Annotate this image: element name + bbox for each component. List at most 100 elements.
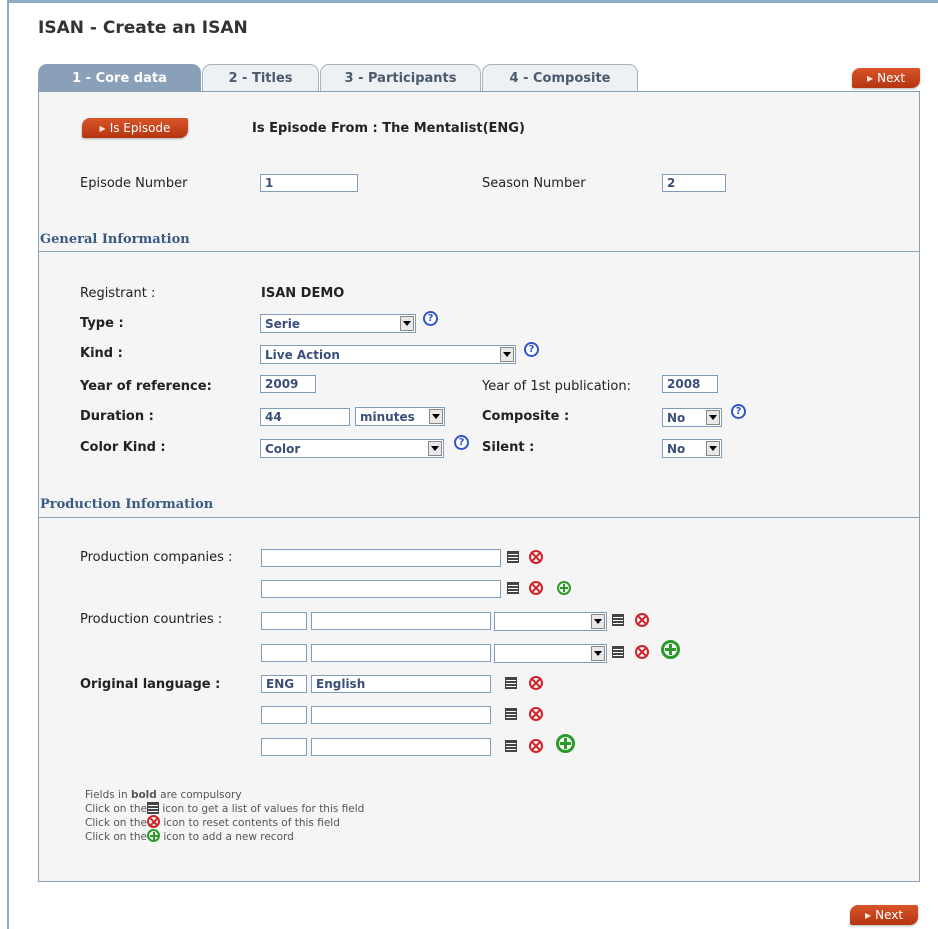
- type-select[interactable]: Serie: [260, 314, 416, 333]
- color-kind-select[interactable]: Color: [260, 439, 444, 458]
- reset-icon[interactable]: [529, 676, 543, 690]
- duration-unit-select[interactable]: minutes: [355, 407, 445, 426]
- tab-core-data[interactable]: 1 - Core data: [38, 64, 201, 92]
- type-help-icon[interactable]: ?: [423, 311, 438, 326]
- production-company-input-2[interactable]: [261, 580, 501, 598]
- original-language-name-input-3[interactable]: [311, 738, 491, 756]
- duration-input[interactable]: 44: [260, 408, 350, 426]
- duration-label: Duration :: [80, 409, 154, 424]
- color-kind-help-icon[interactable]: ?: [454, 435, 469, 450]
- episode-from-text: Is Episode From : The Mentalist(ENG): [252, 121, 525, 136]
- add-record-icon[interactable]: [557, 581, 571, 595]
- next-button-bottom[interactable]: ▶ Next: [850, 905, 918, 925]
- country-dropdown-arrow-icon[interactable]: [591, 614, 605, 629]
- add-record-icon[interactable]: [556, 734, 575, 753]
- legend-line4-pre: Click on the: [85, 831, 148, 843]
- episode-number-input[interactable]: 1: [260, 174, 358, 192]
- legend-add: Click on the icon to add a new record: [85, 829, 294, 844]
- add-record-icon[interactable]: [661, 640, 680, 659]
- season-number-input[interactable]: 2: [662, 174, 726, 192]
- reset-icon[interactable]: [529, 739, 543, 753]
- silent-label: Silent :: [482, 440, 535, 455]
- silent-select[interactable]: No: [662, 439, 722, 458]
- registrant-value: ISAN DEMO: [261, 286, 345, 301]
- duration-unit-value: minutes: [360, 409, 415, 424]
- reset-icon[interactable]: [635, 645, 649, 659]
- list-values-icon[interactable]: [505, 740, 517, 752]
- kind-help-icon[interactable]: ?: [524, 342, 539, 357]
- add-record-icon: [147, 829, 161, 842]
- is-episode-button[interactable]: ▶ Is Episode: [82, 118, 188, 138]
- country-dropdown-arrow-icon[interactable]: [591, 646, 605, 661]
- next-button-label: Next: [877, 71, 906, 85]
- kind-dropdown-arrow-icon[interactable]: [500, 347, 514, 362]
- duration-unit-dropdown-arrow-icon[interactable]: [429, 409, 443, 424]
- color-kind-label: Color Kind :: [80, 440, 166, 455]
- list-values-icon: [147, 802, 160, 814]
- reset-icon[interactable]: [529, 581, 543, 595]
- legend-line1-bold: bold: [130, 789, 157, 801]
- year-of-reference-input[interactable]: 2009: [260, 375, 316, 393]
- reset-icon[interactable]: [529, 550, 543, 564]
- kind-label: Kind :: [80, 346, 123, 361]
- next-arrow-icon: ▶: [866, 73, 874, 83]
- page-title: ISAN - Create an ISAN: [38, 18, 248, 38]
- production-information-heading: Production Information: [40, 497, 214, 512]
- silent-select-value: No: [667, 441, 686, 456]
- original-language-name-input-2[interactable]: [311, 706, 491, 724]
- color-kind-select-value: Color: [265, 441, 301, 456]
- production-companies-label: Production companies :: [80, 550, 233, 565]
- general-information-heading: General Information: [40, 232, 190, 247]
- production-country-code-input-2[interactable]: [261, 644, 307, 662]
- reset-icon[interactable]: [635, 613, 649, 627]
- tab-composite[interactable]: 4 - Composite: [482, 64, 638, 92]
- kind-select[interactable]: Live Action: [260, 345, 516, 364]
- legend-reset: Click on the icon to reset contents of t…: [85, 815, 340, 830]
- production-country-code-input-1[interactable]: [261, 612, 307, 630]
- legend-line4-post: icon to add a new record: [160, 831, 294, 843]
- list-values-icon[interactable]: [507, 551, 519, 563]
- reset-icon: [147, 815, 161, 828]
- tab-participants[interactable]: 3 - Participants: [320, 64, 481, 92]
- original-language-code-input-2[interactable]: [261, 706, 307, 724]
- season-number-label: Season Number: [482, 176, 586, 191]
- list-values-icon[interactable]: [612, 646, 624, 658]
- legend-line3-post: icon to reset contents of this field: [160, 817, 340, 829]
- legend-line2-post: icon to get a list of values for this fi…: [159, 803, 365, 815]
- legend-compulsory: Fields in bold are compulsory: [85, 789, 242, 802]
- year-first-publication-input[interactable]: 2008: [662, 375, 718, 393]
- original-language-name-input-1[interactable]: English: [311, 675, 491, 693]
- composite-select[interactable]: No: [662, 408, 722, 427]
- original-language-code-input-1[interactable]: ENG: [261, 675, 307, 693]
- reset-icon[interactable]: [529, 707, 543, 721]
- list-values-icon[interactable]: [612, 614, 624, 626]
- type-select-value: Serie: [265, 316, 300, 331]
- list-values-icon[interactable]: [505, 677, 517, 689]
- composite-help-icon[interactable]: ?: [731, 404, 746, 419]
- color-kind-dropdown-arrow-icon[interactable]: [428, 441, 442, 456]
- tab-titles[interactable]: 2 - Titles: [202, 64, 319, 92]
- original-language-code-input-3[interactable]: [261, 738, 307, 756]
- production-country-name-input-2[interactable]: [311, 644, 491, 662]
- next-button-top[interactable]: ▶ Next: [852, 68, 920, 88]
- legend-line3-pre: Click on the: [85, 817, 148, 829]
- legend-line1-post: are compulsory: [156, 789, 242, 801]
- form-panel: [38, 92, 920, 882]
- registrant-label: Registrant :: [80, 286, 156, 301]
- list-values-icon[interactable]: [507, 582, 519, 594]
- legend-line1-pre: Fields in: [85, 789, 131, 801]
- production-country-name-input-1[interactable]: [311, 612, 491, 630]
- legend-list-values: Click on the icon to get a list of value…: [85, 802, 364, 816]
- kind-select-value: Live Action: [265, 347, 340, 362]
- production-country-select-1[interactable]: [494, 612, 607, 631]
- type-dropdown-arrow-icon[interactable]: [400, 316, 414, 331]
- production-section-divider: [38, 517, 920, 518]
- composite-select-value: No: [667, 410, 686, 425]
- silent-dropdown-arrow-icon[interactable]: [706, 441, 720, 456]
- composite-dropdown-arrow-icon[interactable]: [706, 410, 720, 425]
- list-values-icon[interactable]: [505, 708, 517, 720]
- production-country-select-2[interactable]: [494, 644, 607, 663]
- original-language-label: Original language :: [80, 677, 221, 692]
- production-company-input-1[interactable]: [261, 549, 501, 567]
- composite-label: Composite :: [482, 409, 570, 424]
